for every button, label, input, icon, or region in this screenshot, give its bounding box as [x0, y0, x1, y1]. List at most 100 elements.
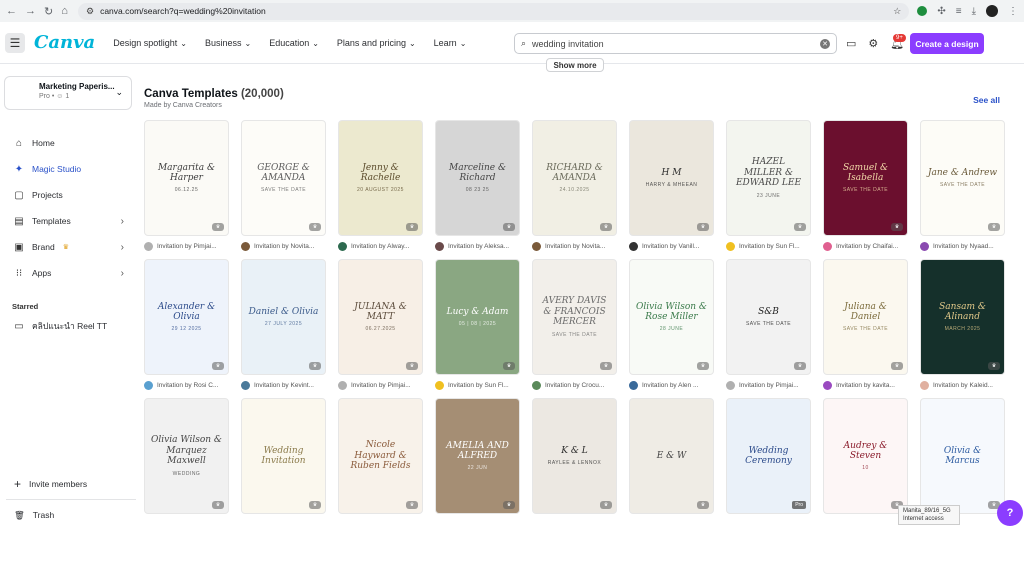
- template-thumbnail[interactable]: HAZEL MILLER & EDWARD LEE 23 JUNE ♛: [726, 120, 811, 236]
- template-creator[interactable]: Invitation by Rosi C...: [144, 380, 229, 390]
- profile-avatar[interactable]: [986, 5, 998, 17]
- team-switcher[interactable]: Marketing Paperis... Pro • ☺ 1 ⌄: [4, 76, 132, 110]
- template-thumbnail[interactable]: Olivia & Marcus ♛: [920, 398, 1005, 514]
- template-card[interactable]: AMELIA AND ALFRED 22 JUN ♛: [435, 398, 520, 514]
- template-creator[interactable]: Invitation by Kaleid...: [920, 380, 1005, 390]
- template-creator[interactable]: Invitation by kavita...: [823, 380, 908, 390]
- template-card[interactable]: Marceline & Richard 08 23 25 ♛ Invitation b…: [435, 120, 520, 251]
- template-card[interactable]: Alexander & Olivia 29 12 2025 ♛ Invitation …: [144, 259, 229, 390]
- template-thumbnail[interactable]: H M HARRY & MHEEAN ♛: [629, 120, 714, 236]
- template-card[interactable]: Lucy & Adam 05 | 08 | 2025 ♛ Invitation by …: [435, 259, 520, 390]
- reload-icon[interactable]: ↻: [44, 5, 53, 18]
- template-creator[interactable]: Invitation by Kevint...: [241, 380, 326, 390]
- starred-item-folder[interactable]: ▭ คลิปแนะนำ Reel TT: [0, 317, 136, 335]
- template-creator[interactable]: Invitation by Novita...: [532, 241, 617, 251]
- template-thumbnail[interactable]: Jane & Andrew SAVE THE DATE ♛: [920, 120, 1005, 236]
- sidebar-item-apps[interactable]: ⁝⁝ Apps ›: [0, 260, 136, 286]
- template-thumbnail[interactable]: Samuel & Isabella SAVE THE DATE ♛: [823, 120, 908, 236]
- template-thumbnail[interactable]: Juliana & Daniel SAVE THE DATE ♛: [823, 259, 908, 375]
- invite-members-button[interactable]: + Invite members: [0, 474, 87, 494]
- template-creator[interactable]: Invitation by Pimjai...: [726, 380, 811, 390]
- template-card[interactable]: Olivia Wilson & Marquez Maxwell WEDDING ♛: [144, 398, 229, 514]
- template-card[interactable]: Wedding Invitation ♛: [241, 398, 326, 514]
- template-thumbnail[interactable]: AMELIA AND ALFRED 22 JUN ♛: [435, 398, 520, 514]
- template-creator[interactable]: Invitation by Sun Fl...: [435, 380, 520, 390]
- canva-logo[interactable]: Canva: [34, 32, 95, 53]
- settings-gear-icon[interactable]: ⚙: [868, 37, 878, 50]
- template-card[interactable]: H M HARRY & MHEEAN ♛ Invitation by Vanill..…: [629, 120, 714, 251]
- back-icon[interactable]: ←: [6, 5, 17, 18]
- template-thumbnail[interactable]: Nicole Hayward & Ruben Fields ♛: [338, 398, 423, 514]
- template-card[interactable]: Margarita & Harper 06.12.25 ♛ Invitation by…: [144, 120, 229, 251]
- template-card[interactable]: Nicole Hayward & Ruben Fields ♛: [338, 398, 423, 514]
- template-creator[interactable]: Invitation by Novita...: [241, 241, 326, 251]
- home-browser-icon[interactable]: ⌂: [61, 5, 68, 18]
- download-icon[interactable]: ⤓: [972, 6, 976, 17]
- template-creator[interactable]: Invitation by Alway...: [338, 241, 423, 251]
- template-thumbnail[interactable]: E & W ♛: [629, 398, 714, 514]
- template-card[interactable]: Juliana & Daniel SAVE THE DATE ♛ Invitation…: [823, 259, 908, 390]
- nav-plans-pricing[interactable]: Plans and pricing ⌄: [337, 38, 416, 48]
- clear-search-icon[interactable]: ✕: [820, 38, 830, 49]
- nav-design-spotlight[interactable]: Design spotlight ⌄: [113, 38, 187, 48]
- template-creator[interactable]: Invitation by Aleksa...: [435, 241, 520, 251]
- template-thumbnail[interactable]: S&B SAVE THE DATE ♛: [726, 259, 811, 375]
- template-thumbnail[interactable]: GEORGE & AMANDA SAVE THE DATE ♛: [241, 120, 326, 236]
- trash-button[interactable]: 🗑︎ Trash: [0, 505, 54, 525]
- sidebar-item-projects[interactable]: ▢ Projects: [0, 182, 136, 208]
- template-card[interactable]: Wedding Ceremony Pro: [726, 398, 811, 514]
- template-thumbnail[interactable]: Olivia Wilson & Rose Miller 28 JUNE ♛: [629, 259, 714, 375]
- template-card[interactable]: JULIANA & MATT 06.27.2025 ♛ Invitation by P…: [338, 259, 423, 390]
- browser-menu-icon[interactable]: ⋮: [1008, 6, 1018, 17]
- template-card[interactable]: Audrey & Steven 10 ♛: [823, 398, 908, 514]
- template-card[interactable]: Olivia Wilson & Rose Miller 28 JUNE ♛ Invit…: [629, 259, 714, 390]
- show-more-button[interactable]: Show more: [546, 58, 604, 72]
- sidebar-item-templates[interactable]: ▤ Templates ›: [0, 208, 136, 234]
- template-thumbnail[interactable]: Marceline & Richard 08 23 25 ♛: [435, 120, 520, 236]
- template-card[interactable]: AVERY DAVIS & FRANCOIS MERCER SAVE THE DA…: [532, 259, 617, 390]
- help-button[interactable]: ?: [997, 500, 1023, 526]
- template-card[interactable]: K & L RAYLEE & LENNOX ♛: [532, 398, 617, 514]
- template-creator[interactable]: Invitation by Alen ...: [629, 380, 714, 390]
- nav-learn[interactable]: Learn ⌄: [434, 38, 467, 48]
- template-card[interactable]: Jane & Andrew SAVE THE DATE ♛ Invitation by…: [920, 120, 1005, 251]
- template-thumbnail[interactable]: K & L RAYLEE & LENNOX ♛: [532, 398, 617, 514]
- site-info-icon[interactable]: ⚙: [86, 6, 94, 17]
- bookmark-star-icon[interactable]: ☆: [893, 6, 901, 17]
- extensions-puzzle-icon[interactable]: ✣: [937, 6, 945, 17]
- sidebar-item-home[interactable]: ⌂ Home: [0, 130, 136, 156]
- template-creator[interactable]: Invitation by Nyaad...: [920, 241, 1005, 251]
- template-card[interactable]: Samuel & Isabella SAVE THE DATE ♛ Invitatio…: [823, 120, 908, 251]
- template-thumbnail[interactable]: Jenny & Rachelle 20 AUGUST 2025 ♛: [338, 120, 423, 236]
- nav-education[interactable]: Education ⌄: [269, 38, 319, 48]
- template-thumbnail[interactable]: Lucy & Adam 05 | 08 | 2025 ♛: [435, 259, 520, 375]
- media-icon[interactable]: ≡: [956, 6, 962, 17]
- template-creator[interactable]: Invitation by Sun Fl...: [726, 241, 811, 251]
- sidebar-item-brand[interactable]: ▣ Brand ♛ ›: [0, 234, 136, 260]
- template-thumbnail[interactable]: Margarita & Harper 06.12.25 ♛: [144, 120, 229, 236]
- template-thumbnail[interactable]: AVERY DAVIS & FRANCOIS MERCER SAVE THE DA…: [532, 259, 617, 375]
- see-all-link[interactable]: See all: [973, 95, 1000, 105]
- template-thumbnail[interactable]: Wedding Invitation ♛: [241, 398, 326, 514]
- template-card[interactable]: S&B SAVE THE DATE ♛ Invitation by Pimjai...: [726, 259, 811, 390]
- template-card[interactable]: RICHARD & AMANDA 24.10.2025 ♛ Invitation by…: [532, 120, 617, 251]
- template-card[interactable]: Daniel & Olivia 27 JULY 2025 ♛ Invitation b…: [241, 259, 326, 390]
- template-card[interactable]: Olivia & Marcus ♛: [920, 398, 1005, 514]
- template-creator[interactable]: Invitation by Vanill...: [629, 241, 714, 251]
- template-creator[interactable]: Invitation by Pimjai...: [338, 380, 423, 390]
- template-creator[interactable]: Invitation by Crocu...: [532, 380, 617, 390]
- template-thumbnail[interactable]: Audrey & Steven 10 ♛: [823, 398, 908, 514]
- template-thumbnail[interactable]: Wedding Ceremony Pro: [726, 398, 811, 514]
- template-card[interactable]: GEORGE & AMANDA SAVE THE DATE ♛ Invitation …: [241, 120, 326, 251]
- template-thumbnail[interactable]: Daniel & Olivia 27 JULY 2025 ♛: [241, 259, 326, 375]
- template-creator[interactable]: Invitation by Chaifai...: [823, 241, 908, 251]
- template-thumbnail[interactable]: Alexander & Olivia 29 12 2025 ♛: [144, 259, 229, 375]
- address-bar[interactable]: ⚙ canva.com/search?q=wedding%20invitatio…: [78, 2, 910, 20]
- template-card[interactable]: E & W ♛: [629, 398, 714, 514]
- template-card[interactable]: Sansam & Alinand MARCH 2025 ♛ Invitation by…: [920, 259, 1005, 390]
- template-card[interactable]: Jenny & Rachelle 20 AUGUST 2025 ♛ Invitatio…: [338, 120, 423, 251]
- forward-icon[interactable]: →: [25, 5, 36, 18]
- template-thumbnail[interactable]: Olivia Wilson & Marquez Maxwell WEDDING ♛: [144, 398, 229, 514]
- hamburger-menu-icon[interactable]: ☰: [5, 32, 25, 53]
- template-card[interactable]: HAZEL MILLER & EDWARD LEE 23 JUNE ♛ Invitat…: [726, 120, 811, 251]
